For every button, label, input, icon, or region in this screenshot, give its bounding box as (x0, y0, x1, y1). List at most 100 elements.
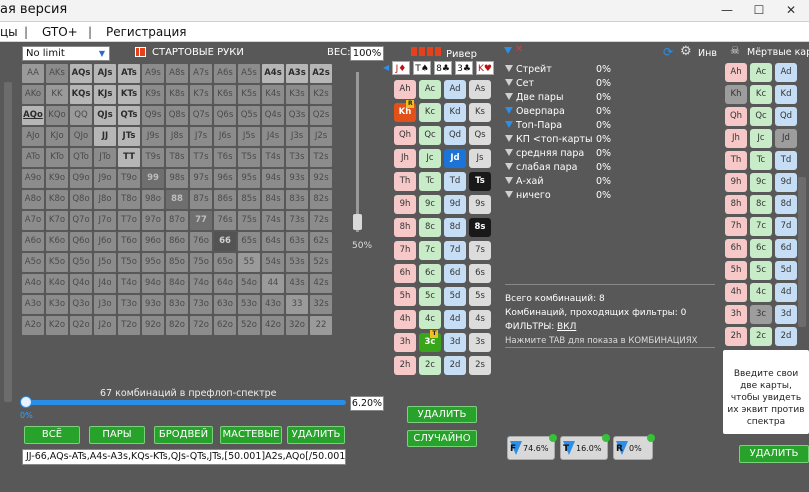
deck-card-9s[interactable]: 9s (469, 195, 491, 214)
hand-cell-42s[interactable]: 42s (310, 274, 332, 293)
dead-card-2d[interactable]: 2d (775, 327, 797, 346)
dead-card-Jh[interactable]: Jh (725, 129, 747, 148)
hand-cell-87o[interactable]: 87o (166, 211, 188, 230)
deck-card-4h[interactable]: 4h (394, 310, 416, 329)
hand-cell-54o[interactable]: 54o (238, 274, 260, 293)
deck-card-Jc[interactable]: Jc (419, 149, 441, 168)
deck-card-7h[interactable]: 7h (394, 241, 416, 260)
dead-card-8d[interactable]: 8d (775, 195, 797, 214)
hand-cell-86s[interactable]: 86s (214, 190, 236, 209)
hand-cell-T7o[interactable]: T7o (118, 211, 140, 230)
hand-cell-63s[interactable]: 63s (286, 232, 308, 251)
hand-cell-QJs[interactable]: QJs (94, 106, 116, 125)
hand-cell-J7s[interactable]: J7s (190, 127, 212, 146)
dead-card-8c[interactable]: 8c (750, 195, 772, 214)
deck-card-Ts[interactable]: Ts (469, 172, 491, 191)
filter-funnel-icon[interactable] (505, 191, 513, 198)
dead-card-5d[interactable]: 5d (775, 261, 797, 280)
hand-cell-Q6s[interactable]: Q6s (214, 106, 236, 125)
filter-funnel-icon[interactable] (505, 149, 513, 156)
hand-cell-85s[interactable]: 85s (238, 190, 260, 209)
hand-cell-33[interactable]: 33 (286, 295, 308, 314)
dead-card-4h[interactable]: 4h (725, 283, 747, 302)
hand-cell-62o[interactable]: 62o (214, 316, 236, 335)
hand-cell-Q5o[interactable]: Q5o (70, 253, 92, 272)
dead-card-7c[interactable]: 7c (750, 217, 772, 236)
stat-row[interactable]: слабая пара 0% (505, 161, 645, 175)
deck-card-8s[interactable]: 8s (469, 218, 491, 237)
hand-cell-54s[interactable]: 54s (262, 253, 284, 272)
hand-cell-KTo[interactable]: KTo (46, 148, 68, 167)
delete-dead-button[interactable]: УДАЛИТЬ (739, 445, 809, 463)
deck-card-Qd[interactable]: Qd (444, 126, 466, 145)
hand-cell-KJo[interactable]: KJo (46, 127, 68, 146)
hand-cell-K7o[interactable]: K7o (46, 211, 68, 230)
hand-cell-Q5s[interactable]: Q5s (238, 106, 260, 125)
hand-cell-99[interactable]: 99 (142, 169, 164, 188)
hand-cell-A5o[interactable]: A5o (22, 253, 44, 272)
maximize-icon[interactable]: ☐ (743, 0, 775, 22)
hand-cell-43s[interactable]: 43s (286, 274, 308, 293)
hand-cell-32o[interactable]: 32o (286, 316, 308, 335)
hand-cell-A8s[interactable]: A8s (166, 64, 188, 83)
dead-card-Jc[interactable]: Jc (750, 129, 772, 148)
hand-cell-96s[interactable]: 96s (214, 169, 236, 188)
hand-cell-K6o[interactable]: K6o (46, 232, 68, 251)
hand-cell-J9s[interactable]: J9s (142, 127, 164, 146)
hand-cell-95s[interactable]: 95s (238, 169, 260, 188)
hand-cell-J7o[interactable]: J7o (94, 211, 116, 230)
hand-cell-94o[interactable]: 94o (142, 274, 164, 293)
deck-card-6s[interactable]: 6s (469, 264, 491, 283)
hand-cell-K5o[interactable]: K5o (46, 253, 68, 272)
hand-cell-J2s[interactable]: J2s (310, 127, 332, 146)
hand-cell-A2o[interactable]: A2o (22, 316, 44, 335)
hand-cell-83o[interactable]: 83o (166, 295, 188, 314)
hand-cell-AQo[interactable]: AQo (22, 106, 44, 125)
filter-funnel-icon[interactable] (505, 135, 513, 142)
hand-cell-A2s[interactable]: A2s (310, 64, 332, 83)
dead-card-8h[interactable]: 8h (725, 195, 747, 214)
dead-card-9d[interactable]: 9d (775, 173, 797, 192)
hand-cell-T6o[interactable]: T6o (118, 232, 140, 251)
deck-card-9d[interactable]: 9d (444, 195, 466, 214)
hand-cell-KK[interactable]: KK (46, 85, 68, 104)
deck-card-2d[interactable]: 2d (444, 356, 466, 375)
refresh-icon[interactable]: ⟳ (663, 45, 673, 59)
deck-card-Ks[interactable]: Ks (469, 103, 491, 122)
dead-card-Qc[interactable]: Qc (750, 107, 772, 126)
hand-cell-K7s[interactable]: K7s (190, 85, 212, 104)
hand-cell-Q7s[interactable]: Q7s (190, 106, 212, 125)
hand-cell-A4o[interactable]: A4o (22, 274, 44, 293)
deck-card-3s[interactable]: 3s (469, 333, 491, 352)
dead-card-Kc[interactable]: Kc (750, 85, 772, 104)
hand-cell-A5s[interactable]: A5s (238, 64, 260, 83)
filter-funnel-icon[interactable] (505, 65, 513, 72)
range-progress-handle[interactable] (20, 396, 32, 408)
hand-cell-J8s[interactable]: J8s (166, 127, 188, 146)
stat-row[interactable]: А-хай 0% (505, 175, 645, 189)
dead-card-4c[interactable]: 4c (750, 283, 772, 302)
hand-cell-92s[interactable]: 92s (310, 169, 332, 188)
hand-cell-A9s[interactable]: A9s (142, 64, 164, 83)
hand-cell-J5s[interactable]: J5s (238, 127, 260, 146)
hand-cell-62s[interactable]: 62s (310, 232, 332, 251)
hand-cell-J8o[interactable]: J8o (94, 190, 116, 209)
dead-card-6h[interactable]: 6h (725, 239, 747, 258)
hand-cell-72s[interactable]: 72s (310, 211, 332, 230)
hand-cell-KJs[interactable]: KJs (94, 85, 116, 104)
hand-cell-A8o[interactable]: A8o (22, 190, 44, 209)
hand-cell-T4s[interactable]: T4s (262, 148, 284, 167)
hand-cell-T4o[interactable]: T4o (118, 274, 140, 293)
hand-cell-77[interactable]: 77 (190, 211, 212, 230)
dead-card-Ac[interactable]: Ac (750, 63, 772, 82)
filters-toggle[interactable]: ВКЛ (557, 322, 576, 332)
hand-cell-KTs[interactable]: KTs (118, 85, 140, 104)
minimize-icon[interactable]: — (711, 0, 743, 22)
hand-cell-32s[interactable]: 32s (310, 295, 332, 314)
hand-cell-K4o[interactable]: K4o (46, 274, 68, 293)
deck-card-7c[interactable]: 7c (419, 241, 441, 260)
dead-card-Qh[interactable]: Qh (725, 107, 747, 126)
deck-card-4c[interactable]: 4c (419, 310, 441, 329)
hand-cell-98s[interactable]: 98s (166, 169, 188, 188)
dead-card-7h[interactable]: 7h (725, 217, 747, 236)
